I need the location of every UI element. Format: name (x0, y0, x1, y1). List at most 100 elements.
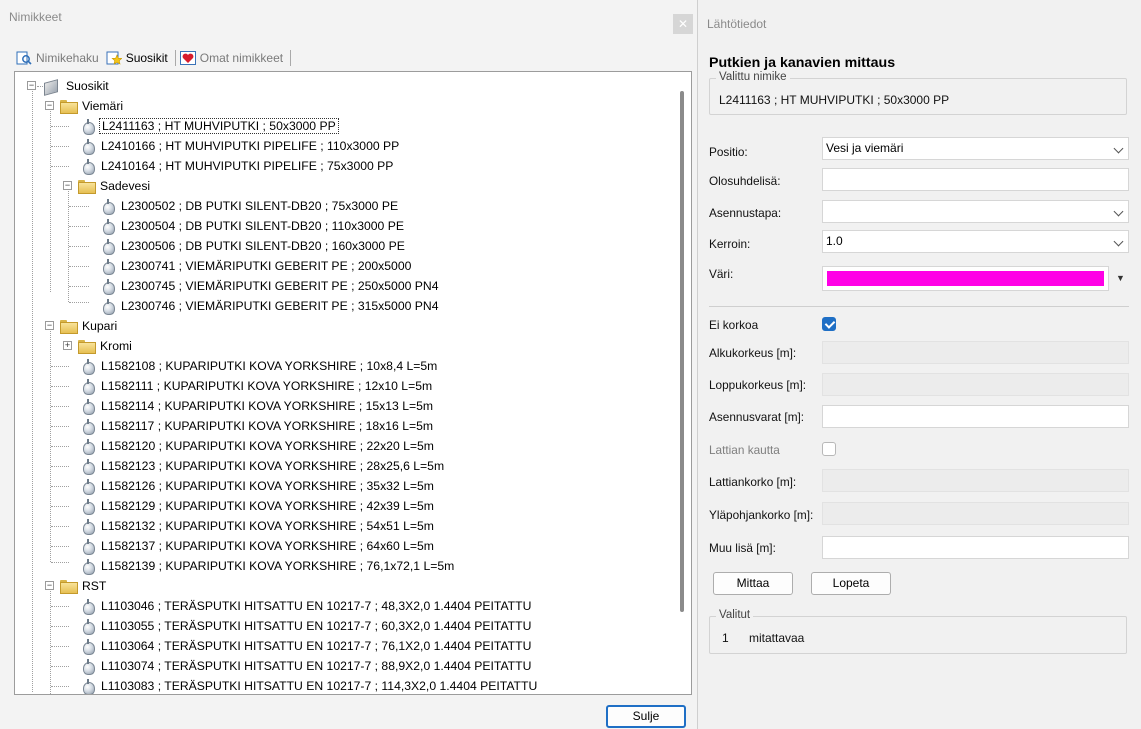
tree-item-label: L1582114 ; KUPARIPUTKI KOVA YORKSHIRE ; … (101, 399, 434, 413)
pipe-item-icon (81, 138, 95, 155)
muu-lisa-field[interactable] (822, 536, 1129, 559)
collapse-toggle[interactable]: − (63, 181, 72, 190)
pipe-item-icon (81, 538, 95, 555)
tree-item-label: L1582129 ; KUPARIPUTKI KOVA YORKSHIRE ; … (101, 499, 434, 513)
tree-item-label: L2411163 ; HT MUHVIPUTKI ; 50x3000 PP (99, 118, 339, 134)
tree-item-label: L2300741 ; VIEMÄRIPUTKI GEBERIT PE ; 200… (121, 259, 412, 273)
tree-item[interactable]: L1582120 ; KUPARIPUTKI KOVA YORKSHIRE ; … (81, 437, 436, 455)
tree-item-label: L1103074 ; TERÄSPUTKI HITSATTU EN 10217-… (101, 659, 532, 673)
pipe-item-icon (81, 418, 95, 435)
lattiankorko-field (822, 469, 1129, 492)
folder-icon (78, 180, 96, 194)
tree-item[interactable]: L1582139 ; KUPARIPUTKI KOVA YORKSHIRE ; … (81, 557, 456, 575)
tree-item[interactable]: L2300502 ; DB PUTKI SILENT-DB20 ; 75x300… (101, 197, 400, 215)
tree-item[interactable]: L2300746 ; VIEMÄRIPUTKI GEBERIT PE ; 315… (101, 297, 441, 315)
tree-line (51, 606, 69, 607)
tree-item[interactable]: L1582111 ; KUPARIPUTKI KOVA YORKSHIRE ; … (81, 377, 434, 395)
tree-folder-kupari[interactable]: Kupari (60, 317, 119, 335)
collapse-toggle[interactable]: − (45, 321, 54, 330)
tree-line (51, 366, 69, 367)
tree-item[interactable]: L1582126 ; KUPARIPUTKI KOVA YORKSHIRE ; … (81, 477, 436, 495)
pipe-item-icon (81, 638, 95, 655)
tree-item[interactable]: L1103055 ; TERÄSPUTKI HITSATTU EN 10217-… (81, 617, 533, 635)
tree-item[interactable]: L2300506 ; DB PUTKI SILENT-DB20 ; 160x30… (101, 237, 407, 255)
tree-item[interactable]: L2410166 ; HT MUHVIPUTKI PIPELIFE ; 110x… (81, 137, 401, 155)
measure-button[interactable]: Mittaa (713, 572, 793, 595)
tree-item[interactable]: L1582129 ; KUPARIPUTKI KOVA YORKSHIRE ; … (81, 497, 436, 515)
tab-suosikit-label: Suosikit (125, 51, 168, 65)
tree-item-label: L1582117 ; KUPARIPUTKI KOVA YORKSHIRE ; … (101, 419, 434, 433)
tree-item[interactable]: L1582123 ; KUPARIPUTKI KOVA YORKSHIRE ; … (81, 457, 446, 475)
vari-label: Väri: (709, 267, 734, 281)
tree-item[interactable]: L1582117 ; KUPARIPUTKI KOVA YORKSHIRE ; … (81, 417, 435, 435)
tree-line (51, 686, 69, 687)
close-button[interactable]: Sulje (606, 705, 686, 728)
tree-item-label: L1582132 ; KUPARIPUTKI KOVA YORKSHIRE ; … (101, 519, 434, 533)
tree-line (51, 506, 69, 507)
olosuhdelisa-field[interactable] (822, 168, 1129, 191)
tree-line (50, 106, 51, 292)
favorites-root-icon (42, 79, 60, 94)
pipe-item-icon (81, 118, 95, 135)
tree-item[interactable]: L1103064 ; TERÄSPUTKI HITSATTU EN 10217-… (81, 637, 533, 655)
ei-korkoa-checkbox[interactable] (822, 317, 836, 331)
ylapohjankorko-field (822, 502, 1129, 525)
tree-item[interactable]: L1582132 ; KUPARIPUTKI KOVA YORKSHIRE ; … (81, 517, 436, 535)
stop-button[interactable]: Lopeta (811, 572, 891, 595)
tab-omat-nimikkeet[interactable]: Omat nimikkeet (178, 48, 288, 68)
tree-item-label: L2300506 ; DB PUTKI SILENT-DB20 ; 160x30… (121, 239, 405, 253)
close-icon[interactable]: ✕ (673, 14, 693, 34)
folder-icon (78, 340, 96, 354)
tree-folder-kromi[interactable]: Kromi (78, 337, 134, 355)
tree-line (51, 386, 69, 387)
tree-line (32, 86, 33, 692)
tree-item-label: L1582137 ; KUPARIPUTKI KOVA YORKSHIRE ; … (101, 539, 434, 553)
color-dropdown-arrow-icon[interactable]: ▼ (1112, 266, 1129, 291)
tree-scrollbar[interactable] (680, 91, 684, 612)
tree-item-label: L1582139 ; KUPARIPUTKI KOVA YORKSHIRE ; … (101, 559, 455, 573)
tree-line (69, 226, 89, 227)
tree-item[interactable]: L1582114 ; KUPARIPUTKI KOVA YORKSHIRE ; … (81, 397, 435, 415)
tree-line (51, 166, 69, 167)
divider (709, 306, 1129, 307)
tree-item[interactable]: L2410164 ; HT MUHVIPUTKI PIPELIFE ; 75x3… (81, 157, 395, 175)
chevron-down-icon (1113, 206, 1124, 217)
tree-root-suosikit[interactable]: Suosikit (42, 77, 111, 95)
collapse-toggle[interactable]: − (27, 81, 36, 90)
tree-item[interactable]: L2300504 ; DB PUTKI SILENT-DB20 ; 110x30… (101, 217, 406, 235)
tree-folder-sadevesi[interactable]: Sadevesi (78, 177, 152, 195)
tree-item-selected[interactable]: L2411163 ; HT MUHVIPUTKI ; 50x3000 PP (81, 117, 339, 135)
tab-nimikehaku-label: Nimikehaku (36, 51, 99, 65)
pipe-item-icon (101, 258, 115, 275)
lattian-kautta-checkbox (822, 442, 836, 456)
pipe-item-icon (81, 558, 95, 575)
tree-item[interactable]: L2300741 ; VIEMÄRIPUTKI GEBERIT PE ; 200… (101, 257, 413, 275)
pipe-item-icon (101, 218, 115, 235)
pipe-item-icon (81, 478, 95, 495)
tree-folder-viemari[interactable]: Viemäri (60, 97, 125, 115)
color-picker[interactable] (822, 266, 1109, 291)
asennustapa-select[interactable] (822, 200, 1129, 223)
tree-item[interactable]: L1582108 ; KUPARIPUTKI KOVA YORKSHIRE ; … (81, 357, 439, 375)
collapse-toggle[interactable]: − (45, 581, 54, 590)
positio-select[interactable]: Vesi ja viemäri (822, 137, 1129, 160)
expand-toggle[interactable]: + (63, 341, 72, 350)
tree-item[interactable]: L1103046 ; TERÄSPUTKI HITSATTU EN 10217-… (81, 597, 533, 615)
tree-line (51, 646, 69, 647)
tree-folder-rst[interactable]: RST (60, 577, 108, 595)
kerroin-select[interactable]: 1.0 (822, 230, 1129, 253)
favorites-tree[interactable]: − Suosikit − Viemäri L2411163 ; HT MUHVI… (14, 71, 692, 695)
tree-item[interactable]: L1103074 ; TERÄSPUTKI HITSATTU EN 10217-… (81, 657, 533, 675)
asennusvarat-field[interactable] (822, 405, 1129, 428)
tab-bar: Nimikehaku Suosikit Omat nimikkeet (14, 47, 293, 69)
pipe-item-icon (101, 298, 115, 315)
tab-suosikit[interactable]: Suosikit (104, 48, 173, 68)
tree-item[interactable]: L2300745 ; VIEMÄRIPUTKI GEBERIT PE ; 250… (101, 277, 441, 295)
tree-item[interactable]: L1582137 ; KUPARIPUTKI KOVA YORKSHIRE ; … (81, 537, 436, 555)
tab-nimikehaku[interactable]: Nimikehaku (14, 48, 104, 68)
tree-item-label: L1582126 ; KUPARIPUTKI KOVA YORKSHIRE ; … (101, 479, 434, 493)
search-doc-icon (16, 50, 32, 66)
tree-item[interactable]: L1103083 ; TERÄSPUTKI HITSATTU EN 10217-… (81, 677, 539, 694)
collapse-toggle[interactable]: − (45, 101, 54, 110)
tree-item-label: L1103046 ; TERÄSPUTKI HITSATTU EN 10217-… (101, 599, 532, 613)
